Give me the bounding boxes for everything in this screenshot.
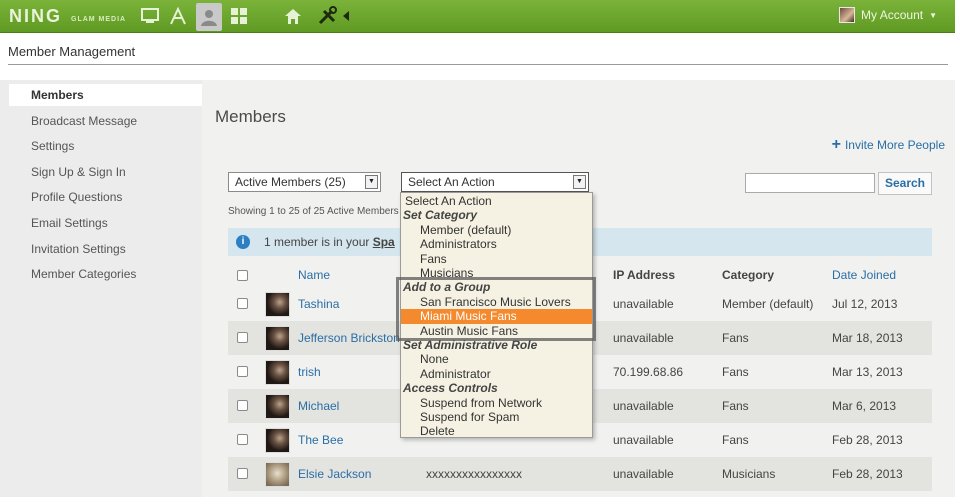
member-name-link[interactable]: Michael <box>298 399 339 413</box>
member-avatar[interactable] <box>265 360 290 385</box>
search-button[interactable]: Search <box>878 172 932 195</box>
member-avatar[interactable] <box>265 394 290 419</box>
member-ip: unavailable <box>613 467 674 481</box>
top-navigation-bar: NING GLAM MEDIA My Account ▼ <box>0 0 955 33</box>
member-category: Fans <box>722 399 749 413</box>
sidebar-item-invitation-settings[interactable]: Invitation Settings <box>31 242 126 256</box>
member-ip: unavailable <box>613 331 674 345</box>
member-name-link[interactable]: Jefferson Brickstone <box>298 331 407 345</box>
dropdown-option-member-default[interactable]: Member (default) <box>401 223 592 237</box>
member-category: Musicians <box>722 467 776 481</box>
dropdown-option-select-an-action[interactable]: Select An Action <box>401 194 592 208</box>
column-header-category: Category <box>722 268 775 282</box>
collapse-arrow-icon[interactable] <box>340 4 352 28</box>
action-select[interactable]: Select An Action ▼ <box>401 172 589 192</box>
member-category: Fans <box>722 433 749 447</box>
notice-text: 1 member is in your Spa <box>264 235 395 249</box>
info-icon: i <box>236 235 250 249</box>
column-header-name[interactable]: Name <box>298 268 330 282</box>
spam-link[interactable]: Spa <box>373 235 395 249</box>
sidebar-item-email-settings[interactable]: Email Settings <box>31 216 108 230</box>
sidebar-item-broadcast-message[interactable]: Broadcast Message <box>31 114 137 128</box>
logo-subtitle: GLAM MEDIA <box>71 16 127 23</box>
ning-logo[interactable]: NING <box>9 6 62 27</box>
member-avatar[interactable] <box>265 462 290 487</box>
member-name-link[interactable]: Elsie Jackson <box>298 467 371 481</box>
row-checkbox[interactable] <box>237 434 248 445</box>
select-arrow-icon: ▼ <box>573 175 586 189</box>
invite-label: Invite More People <box>844 138 945 152</box>
invite-more-people-link[interactable]: + Invite More People <box>832 136 945 154</box>
monitor-icon[interactable] <box>138 4 162 28</box>
header-divider <box>8 64 948 65</box>
design-tools-icon[interactable] <box>166 4 190 28</box>
showing-count: Showing 1 to 25 of 25 Active Members <box>228 206 399 217</box>
sidebar-item-profile-questions[interactable]: Profile Questions <box>31 190 122 204</box>
my-account-menu[interactable]: My Account ▼ <box>839 7 937 23</box>
select-all-checkbox[interactable] <box>237 270 248 281</box>
member-filter-select[interactable]: Active Members (25) ▼ <box>228 172 381 192</box>
member-date-joined: Jul 12, 2013 <box>832 297 898 311</box>
member-name-link[interactable]: The Bee <box>298 433 343 447</box>
member-avatar[interactable] <box>265 292 290 317</box>
dropdown-option-administrators[interactable]: Administrators <box>401 237 592 251</box>
member-avatar[interactable] <box>265 326 290 351</box>
member-ip: 70.199.68.86 <box>613 365 684 379</box>
column-header-date-joined[interactable]: Date Joined <box>832 268 896 282</box>
member-date-joined: Mar 6, 2013 <box>832 399 897 413</box>
dropdown-option-delete[interactable]: Delete <box>401 424 592 438</box>
sidebar-item-members[interactable]: Members <box>31 88 84 102</box>
member-date-joined: Feb 28, 2013 <box>832 467 903 481</box>
sidebar-item-member-categories[interactable]: Member Categories <box>31 267 136 281</box>
member-category: Member (default) <box>722 297 814 311</box>
member-filter-value: Active Members (25) <box>235 175 346 189</box>
page-title: Members <box>215 107 286 126</box>
sidebar-item-settings[interactable]: Settings <box>31 139 74 153</box>
member-ip: unavailable <box>613 297 674 311</box>
member-date-joined: Mar 13, 2013 <box>832 365 903 379</box>
select-arrow-icon: ▼ <box>365 175 378 189</box>
account-label: My Account <box>861 8 924 22</box>
row-checkbox[interactable] <box>237 468 248 479</box>
chevron-down-icon: ▼ <box>929 10 937 20</box>
row-checkbox[interactable] <box>237 400 248 411</box>
group-options-highlight <box>396 277 596 341</box>
member-name-link[interactable]: trish <box>298 365 321 379</box>
dropdown-option-fans[interactable]: Fans <box>401 252 592 266</box>
row-checkbox[interactable] <box>237 332 248 343</box>
features-grid-icon[interactable] <box>227 4 251 28</box>
plus-icon: + <box>831 136 841 153</box>
tools-icon[interactable] <box>316 4 340 28</box>
action-select-value: Select An Action <box>408 175 495 189</box>
dropdown-group-access-controls: Access Controls <box>403 381 498 396</box>
member-date-joined: Feb 28, 2013 <box>832 433 903 447</box>
member-ip: unavailable <box>613 399 674 413</box>
dropdown-group-set-category: Set Category <box>403 208 478 223</box>
member-avatar[interactable] <box>265 428 290 453</box>
search-input[interactable] <box>745 173 875 193</box>
member-date-joined: Mar 18, 2013 <box>832 331 903 345</box>
dropdown-option-administrator[interactable]: Administrator <box>401 367 592 381</box>
avatar <box>839 7 856 23</box>
table-row: Elsie Jackson xxxxxxxxxxxxxxxx unavailab… <box>228 457 932 491</box>
member-email: xxxxxxxxxxxxxxxx <box>426 467 522 481</box>
home-icon[interactable] <box>281 4 305 28</box>
member-name-link[interactable]: Tashina <box>298 297 339 311</box>
dropdown-option-suspend-for-spam[interactable]: Suspend for Spam <box>401 410 592 424</box>
row-checkbox[interactable] <box>237 298 248 309</box>
member-category: Fans <box>722 365 749 379</box>
member-category: Fans <box>722 331 749 345</box>
member-ip: unavailable <box>613 433 674 447</box>
row-checkbox[interactable] <box>237 366 248 377</box>
members-icon[interactable] <box>196 3 222 31</box>
dropdown-option-none[interactable]: None <box>401 352 592 366</box>
sidebar-item-sign-up[interactable]: Sign Up & Sign In <box>31 165 126 179</box>
page-section-title: Member Management <box>8 44 136 59</box>
dropdown-option-suspend-from-network[interactable]: Suspend from Network <box>401 396 592 410</box>
column-header-ip: IP Address <box>613 268 676 282</box>
